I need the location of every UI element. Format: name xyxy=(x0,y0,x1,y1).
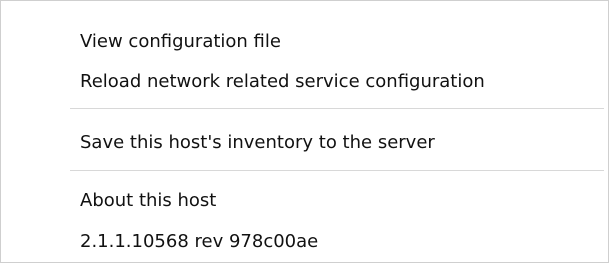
menu-item-view-configuration-file[interactable]: View configuration file xyxy=(1,20,608,64)
menu-separator xyxy=(70,170,604,171)
menu-separator xyxy=(70,108,604,109)
menu-item-save-host-inventory[interactable]: Save this host's inventory to the server xyxy=(1,121,608,165)
menu-item-about-this-host[interactable]: About this host xyxy=(1,179,608,223)
menu-item-reload-network-service-configuration[interactable]: Reload network related service configura… xyxy=(1,60,608,104)
menu-item-version-info: 2.1.1.10568 rev 978c00ae xyxy=(80,231,319,252)
context-menu: View configuration file Reload network r… xyxy=(0,0,609,263)
